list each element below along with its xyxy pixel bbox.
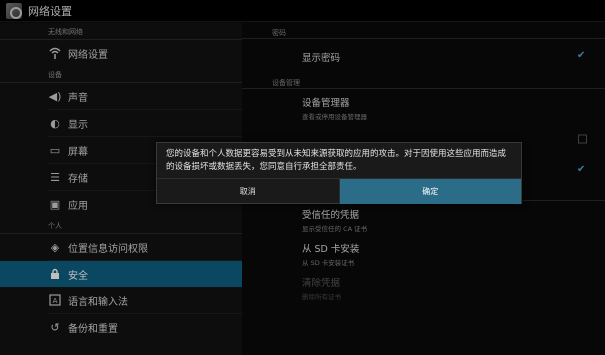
cancel-button[interactable]: 取消 xyxy=(157,179,340,204)
ok-button[interactable]: 确定 xyxy=(339,179,521,204)
dialog-message: 您的设备和个人数据更容易受到从未知来源获取的应用的攻击。对于因使用这些应用而造成… xyxy=(157,143,521,179)
dialog-buttons: 取消 确定 xyxy=(157,179,521,204)
unknown-sources-warning-dialog: 您的设备和个人数据更容易受到从未知来源获取的应用的攻击。对于因使用这些应用而造成… xyxy=(156,142,522,204)
